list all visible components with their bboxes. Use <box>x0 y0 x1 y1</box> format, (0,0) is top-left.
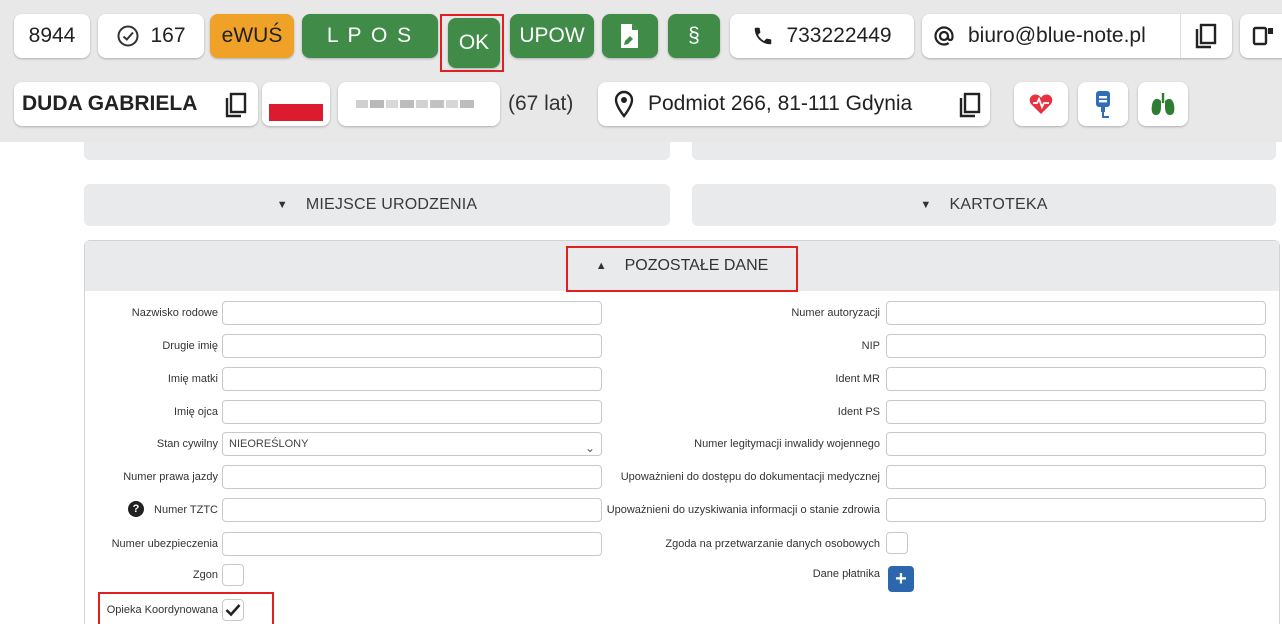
label-numer-ubezpieczenia: Numer ubezpieczenia <box>111 538 218 550</box>
copy-name-button[interactable] <box>218 88 254 122</box>
add-dane-platnika-button[interactable]: + <box>888 566 914 592</box>
label-upowaznieni-dostep: Upoważnieni do dostępu do dokumentacji m… <box>620 471 880 483</box>
patient-id-chip[interactable]: 8944 <box>14 14 90 58</box>
pesel-chip-blurred[interactable] <box>338 82 500 126</box>
upowaznieni-dostep-input[interactable] <box>886 465 1266 489</box>
copy-icon <box>958 92 982 118</box>
section-miejsce-urodzenia-label: MIEJSCE URODZENIA <box>305 196 478 213</box>
numer-legitymacji-input[interactable] <box>886 432 1266 456</box>
at-sign-icon <box>932 24 956 48</box>
lpos-button[interactable]: L P O S <box>302 14 438 58</box>
copy-email-button[interactable] <box>1180 14 1230 58</box>
label-numer-prawa-jazdy: Numer prawa jazdy <box>123 471 218 483</box>
section-kartoteka[interactable]: ▼ KARTOTEKA <box>692 184 1276 226</box>
patient-name: DUDA GABRIELA <box>22 92 198 115</box>
nip-input[interactable] <box>886 334 1266 358</box>
collapsed-section-right-top[interactable] <box>692 142 1276 160</box>
document-sign-button[interactable] <box>602 14 658 58</box>
app-root: 8944 167 eWUŚ L P O S OK UPOW § 73322244… <box>0 0 1282 624</box>
upowaznieni-info-input[interactable] <box>886 498 1266 522</box>
pozostale-highlight-box <box>566 246 798 292</box>
patient-address: Podmiot 266, 81-111 Gdynia <box>648 92 913 115</box>
paragraph-label: § <box>688 24 700 47</box>
chevron-down-icon: ⌄ <box>584 441 595 455</box>
stan-cywilny-value: NIEOREŚLONY <box>229 438 309 450</box>
lungs-icon <box>1149 91 1177 117</box>
device-button[interactable] <box>1240 14 1282 58</box>
label-ident-ps: Ident PS <box>837 406 880 418</box>
numer-ubezpieczenia-input[interactable] <box>222 532 602 556</box>
label-numer-legitymacji: Numer legitymacji inwalidy wojennego <box>694 438 880 450</box>
phone-chip[interactable]: 733222449 <box>730 14 914 58</box>
check-count: 167 <box>150 24 186 47</box>
label-ident-mr: Ident MR <box>835 373 880 385</box>
plus-icon: + <box>895 568 907 590</box>
address-chip[interactable]: Podmiot 266, 81-111 Gdynia <box>598 82 990 126</box>
patient-id: 8944 <box>28 24 76 47</box>
label-nip: NIP <box>861 340 880 352</box>
label-zgon: Zgon <box>192 569 218 581</box>
heart-pulse-icon <box>1028 92 1054 116</box>
check-count-chip[interactable]: 167 <box>98 14 204 58</box>
drugie-imie-input[interactable] <box>222 334 602 358</box>
zgon-checkbox[interactable] <box>222 564 244 586</box>
document-sign-icon <box>619 23 641 49</box>
label-numer-autoryzacji: Numer autoryzacji <box>791 307 880 319</box>
iv-drip-icon <box>1093 90 1113 118</box>
ident-ps-input[interactable] <box>886 400 1266 424</box>
blurred-pesel-icon <box>354 94 484 114</box>
device-icon <box>1251 24 1275 48</box>
section-miejsce-urodzenia[interactable]: ▼ MIEJSCE URODZENIA <box>84 184 670 226</box>
label-upowaznieni-info: Upoważnieni do uzyskiwania informacji o … <box>606 504 880 516</box>
iv-drip-button[interactable] <box>1078 82 1128 126</box>
caret-down-icon: ▼ <box>920 199 932 211</box>
pulmo-button[interactable] <box>1138 82 1188 126</box>
label-imie-matki: Imię matki <box>167 373 218 385</box>
caret-down-icon: ▼ <box>276 199 288 211</box>
label-stan-cywilny: Stan cywilny <box>156 438 218 450</box>
lpos-label: L P O S <box>326 24 414 47</box>
numer-autoryzacji-input[interactable] <box>886 301 1266 325</box>
patient-age: (67 lat) <box>508 92 574 115</box>
stan-cywilny-select[interactable]: NIEOREŚLONY ⌄ <box>222 432 602 456</box>
zgoda-checkbox[interactable] <box>886 532 908 554</box>
imie-ojca-input[interactable] <box>222 400 602 424</box>
numer-tztc-input[interactable] <box>222 498 602 522</box>
upow-label: UPOW <box>519 24 585 47</box>
label-numer-tztc: Numer TZTC <box>154 504 218 516</box>
numer-prawa-jazdy-input[interactable] <box>222 465 602 489</box>
check-circle-icon <box>116 24 140 48</box>
nazwisko-rodowe-input[interactable] <box>222 301 602 325</box>
ident-mr-input[interactable] <box>886 367 1266 391</box>
section-kartoteka-label: KARTOTEKA <box>949 196 1048 213</box>
label-zgoda: Zgoda na przetwarzanie danych osobowych <box>665 538 880 550</box>
upow-button[interactable]: UPOW <box>510 14 594 58</box>
imie-matki-input[interactable] <box>222 367 602 391</box>
copy-icon <box>224 92 248 118</box>
label-dane-platnika: Dane płatnika <box>812 568 880 580</box>
paragraph-button[interactable]: § <box>668 14 720 58</box>
label-imie-ojca: Imię ojca <box>173 406 218 418</box>
phone-icon <box>752 25 774 47</box>
nationality-chip[interactable] <box>262 82 330 126</box>
copy-icon <box>1194 23 1218 49</box>
patient-header: 8944 167 eWUŚ L P O S OK UPOW § 73322244… <box>0 0 1282 142</box>
poland-flag-icon <box>269 87 323 121</box>
label-nazwisko-rodowe: Nazwisko rodowe <box>131 307 218 319</box>
ewus-button[interactable]: eWUŚ <box>210 14 294 58</box>
cardio-button[interactable] <box>1014 82 1068 126</box>
location-pin-icon <box>614 90 634 118</box>
opieka-highlight-box <box>98 592 274 624</box>
collapsed-section-left-top[interactable] <box>84 142 670 160</box>
email-address: biuro@blue-note.pl <box>968 24 1146 47</box>
ewus-label: eWUŚ <box>221 24 283 47</box>
label-drugie-imie: Drugie imię <box>162 340 218 352</box>
phone-number: 733222449 <box>786 24 892 47</box>
ok-highlight-box <box>440 14 504 72</box>
copy-address-button[interactable] <box>952 88 988 122</box>
